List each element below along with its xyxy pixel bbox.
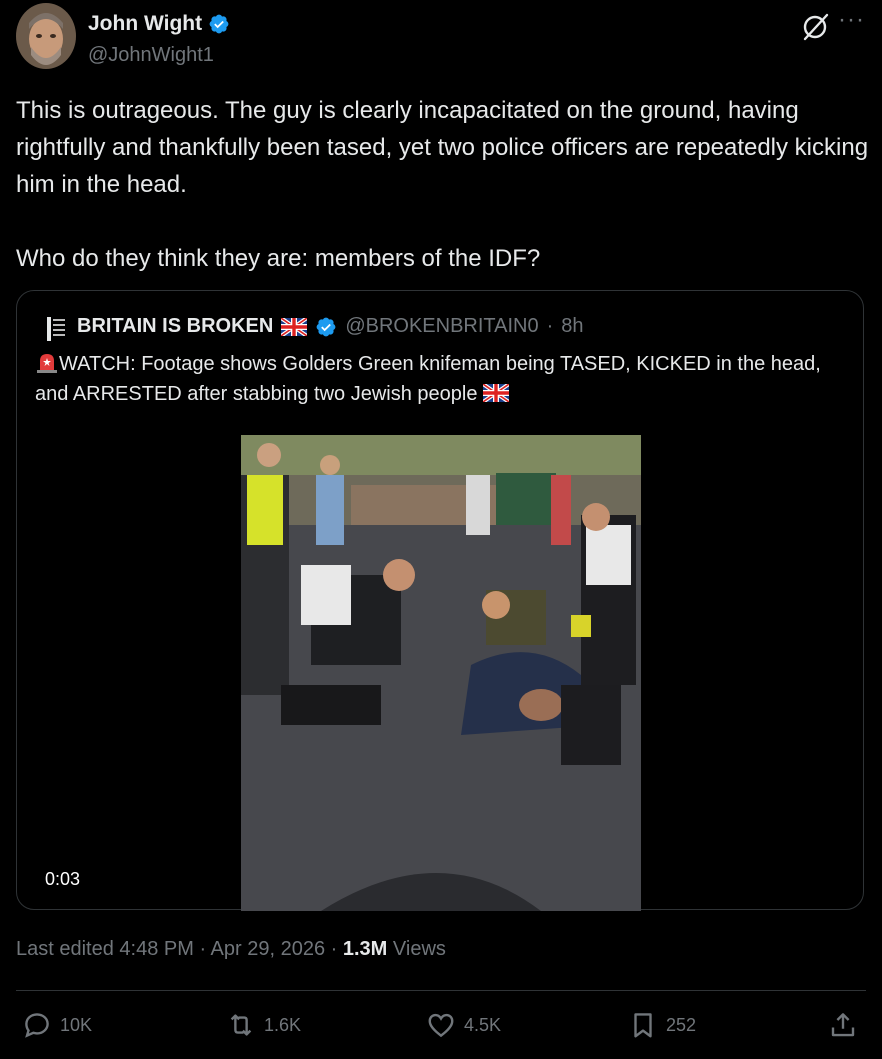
reply-button[interactable]: 10K	[22, 1010, 92, 1040]
views-label: Views	[392, 938, 446, 960]
verified-badge-icon	[316, 317, 336, 336]
quoted-author-avatar[interactable]	[45, 315, 67, 343]
quoted-tweet-card[interactable]: BRITAIN IS BROKEN @BROKENBRITAIN0 · 8h W…	[16, 290, 864, 911]
quoted-separator: ·	[546, 315, 554, 337]
share-button[interactable]	[828, 1010, 858, 1040]
quoted-tweet-text: WATCH: Footage shows Golders Green knife…	[35, 349, 835, 409]
bookmark-icon	[634, 1013, 652, 1038]
edited-timestamp[interactable]: Last edited 4:48 PM · Apr 29, 2026 ·	[16, 938, 337, 960]
divider	[16, 990, 866, 991]
share-icon	[831, 1013, 855, 1037]
bookmark-button[interactable]: 252	[628, 1010, 696, 1040]
verified-badge-icon	[209, 14, 229, 34]
tweet-text: This is outrageous. The guy is clearly i…	[16, 97, 869, 272]
quoted-author-handle[interactable]: @BROKENBRITAIN0	[345, 315, 538, 338]
grok-icon[interactable]	[800, 12, 830, 42]
video-duration: 0:03	[45, 869, 81, 889]
heart-icon	[428, 1013, 454, 1038]
tweet-meta: Last edited 4:48 PM · Apr 29, 2026 · 1.3…	[16, 938, 446, 961]
more-options-icon[interactable]: ···	[838, 6, 865, 34]
repost-button[interactable]: 1.6K	[226, 1010, 301, 1040]
reply-icon	[25, 1013, 49, 1038]
views-count: 1.3M	[342, 938, 388, 960]
uk-flag-icon	[281, 317, 308, 336]
quoted-time[interactable]: 8h	[561, 315, 583, 338]
author-handle[interactable]: @JohnWight1	[88, 44, 214, 67]
siren-icon	[37, 354, 57, 373]
quoted-author-name[interactable]: BRITAIN IS BROKEN	[77, 315, 273, 338]
author-name-text[interactable]: John Wight	[88, 12, 202, 36]
quoted-text-body: WATCH: Footage shows Golders Green knife…	[35, 353, 821, 405]
bookmark-count: 252	[666, 1014, 697, 1035]
author-avatar[interactable]	[16, 3, 76, 69]
video-player[interactable]	[241, 435, 641, 911]
author-name[interactable]: John Wight	[88, 12, 230, 36]
like-button[interactable]: 4.5K	[426, 1010, 501, 1040]
quoted-author-line[interactable]: BRITAIN IS BROKEN @BROKENBRITAIN0 · 8h	[77, 315, 584, 338]
repost-icon	[230, 1014, 252, 1036]
uk-flag-icon	[483, 384, 510, 402]
reply-count: 10K	[60, 1014, 93, 1035]
like-count: 4.5K	[464, 1014, 502, 1035]
repost-count: 1.6K	[264, 1014, 302, 1035]
